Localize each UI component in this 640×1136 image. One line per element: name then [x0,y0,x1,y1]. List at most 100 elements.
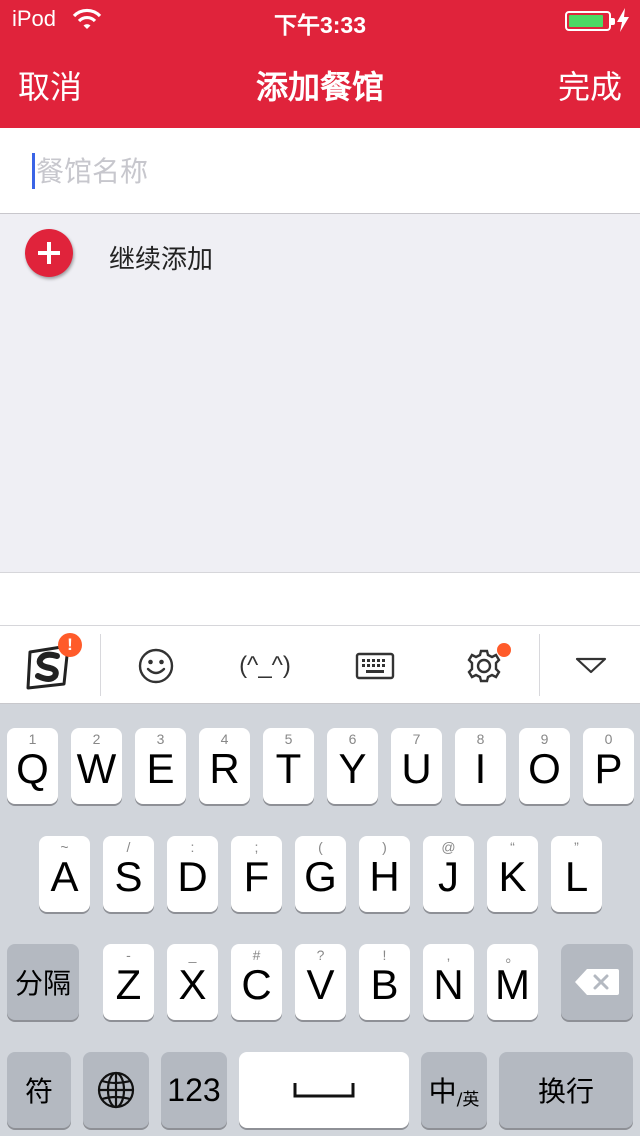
key-label: D [177,853,208,900]
key-label: J [438,853,459,900]
settings-badge-dot [497,643,511,657]
key-hint: 8 [476,731,485,747]
chevron-down-icon [575,657,607,673]
battery-level [569,15,603,27]
symbol-key-label: 符 [24,1075,53,1108]
kaomoji-label: (^_^) [239,651,291,679]
key-p[interactable]: 0P [583,728,634,804]
separator-key[interactable]: 分隔 [7,944,79,1020]
key-label: Y [338,745,367,792]
key-t[interactable]: 5T [263,728,314,804]
key-hint: : [190,839,195,855]
key-label: A [50,853,79,900]
key-label: E [146,745,175,792]
keyboard-switch-button[interactable] [350,626,400,705]
key-hint: ) [382,839,387,855]
key-hint: 2 [92,731,101,747]
key-w[interactable]: 2W [71,728,122,804]
status-time: 下午3:33 [273,12,367,38]
key-label: R [209,745,240,792]
key-label: I [474,745,487,792]
key-v[interactable]: ? V [295,944,346,1020]
toolbar-divider [539,634,540,696]
notification-badge: ! [58,633,82,657]
key-hint: ! [382,947,387,963]
continue-add-label: 继续添加 [109,245,214,275]
key-h[interactable]: ) H [359,836,410,912]
key-n[interactable]: ,N [423,944,474,1020]
key-j[interactable]: @ J [423,836,474,912]
emoji-button[interactable] [126,626,186,705]
blank-area [0,572,640,625]
key-i[interactable]: 8I [455,728,506,804]
separator-key-label: 分隔 [14,967,71,1000]
key-hint: 。 [505,949,520,965]
key-hint: 4 [220,731,229,747]
restaurant-name-input[interactable] [36,146,616,196]
space-key[interactable] [239,1052,409,1128]
key-label: Z [115,961,142,1008]
key-label: N [433,961,464,1008]
globe-key[interactable] [83,1052,149,1128]
continue-add-row[interactable]: 继续添加 [0,215,640,299]
key-r[interactable]: 4R [199,728,250,804]
key-l[interactable]: ” L [551,836,602,912]
backspace-key[interactable] [561,944,633,1020]
status-bar: iPod 下午3:33 [0,0,640,40]
toolbar-divider [100,634,101,696]
key-hint: 6 [348,731,357,747]
key-b[interactable]: ! B [359,944,410,1020]
globe-icon [97,1071,135,1109]
key-o[interactable]: 9O [519,728,570,804]
key-d[interactable]: :D [167,836,218,912]
key-hint: 3 [156,731,165,747]
key-label: O [528,745,561,792]
return-key[interactable]: 换行 [499,1052,633,1128]
page-title: 添加餐馆 [255,68,384,106]
key-f[interactable]: ; F [231,836,282,912]
key-hint: # [252,947,261,963]
key-u[interactable]: 7U [391,728,442,804]
key-label: M [495,961,530,1008]
key-k[interactable]: “K [487,836,538,912]
key-hint: ? [316,947,325,963]
key-z[interactable]: -Z [103,944,154,1020]
key-label: S [114,853,143,900]
nav-bar: iPod 下午3:33 取消 添加餐馆 完成 [0,0,640,128]
number-key-label: 123 [167,1071,221,1108]
symbol-key[interactable]: 符 [7,1052,71,1128]
key-label: C [241,961,272,1008]
key-hint: 1 [28,731,37,747]
collapse-keyboard-button[interactable] [566,626,616,705]
number-key[interactable]: 123 [161,1052,227,1128]
restaurant-name-row [0,128,640,214]
key-a[interactable]: ~ A [39,836,90,912]
key-c[interactable]: # C [231,944,282,1020]
key-y[interactable]: 6Y [327,728,378,804]
key-label: V [306,961,335,1008]
key-label: L [564,853,589,900]
key-label: T [275,745,302,792]
key-hint: ” [574,839,579,855]
done-button[interactable]: 完成 [558,62,622,108]
key-hint: _ [188,947,197,963]
key-label: W [76,745,117,792]
settings-button[interactable] [462,626,506,705]
key-s[interactable]: / S [103,836,154,912]
text-caret [32,153,35,189]
language-key[interactable]: 中/英 [421,1052,487,1128]
key-hint: 7 [412,731,421,747]
ime-toolbar: (^_^) [0,625,640,704]
key-label: Q [16,745,49,792]
key-label: K [498,853,527,900]
key-q[interactable]: 1Q [7,728,58,804]
kaomoji-button[interactable]: (^_^) [230,626,300,705]
battery-icon [565,11,615,31]
add-plus-icon[interactable] [25,229,73,277]
key-label: X [178,961,207,1008]
key-g[interactable]: (G [295,836,346,912]
key-m[interactable]: 。 M [487,944,538,1020]
key-e[interactable]: 3E [135,728,186,804]
keyboard-icon [355,652,395,679]
key-x[interactable]: _ X [167,944,218,1020]
